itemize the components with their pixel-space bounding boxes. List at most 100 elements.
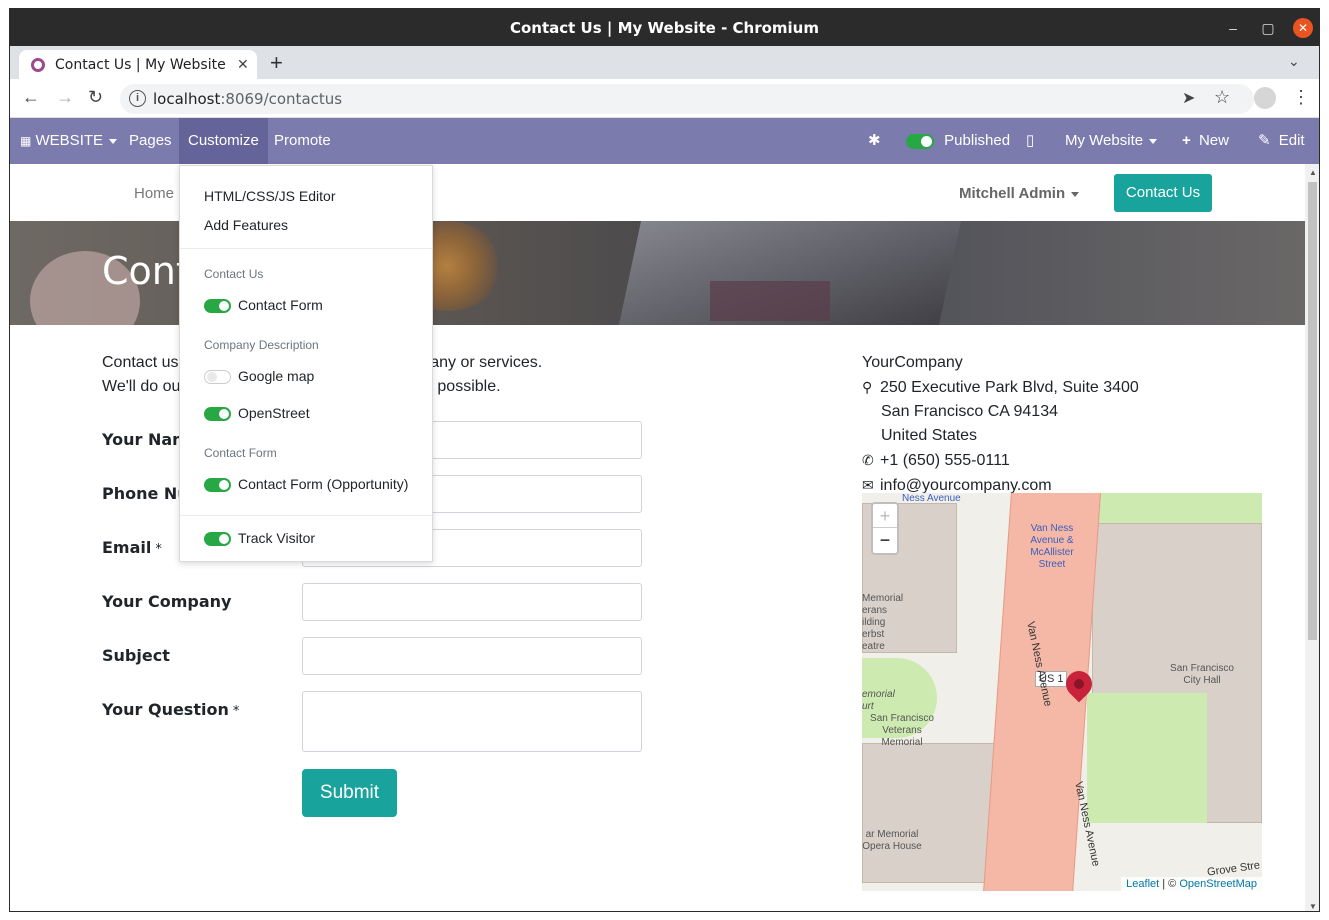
customize-menu[interactable]: Customize bbox=[179, 118, 268, 164]
browser-window: Contact Us | My Website - Chromium – ▢ ✕… bbox=[9, 8, 1320, 912]
contact-form-opportunity-label: Contact Form (Opportunity) bbox=[238, 476, 409, 492]
debug-bug-icon[interactable]: ✱ bbox=[868, 118, 881, 164]
track-visitor-label: Track Visitor bbox=[238, 530, 316, 546]
maximize-icon[interactable]: ▢ bbox=[1258, 18, 1278, 38]
menu-html-editor[interactable]: HTML/CSS/JS Editor bbox=[204, 188, 335, 204]
reload-icon[interactable]: ↻ bbox=[88, 87, 103, 108]
chevron-down-icon bbox=[1149, 138, 1158, 144]
pencil-icon: ✎ bbox=[1258, 132, 1271, 149]
menu-add-features[interactable]: Add Features bbox=[204, 217, 288, 233]
nav-home-link[interactable]: Home bbox=[134, 185, 174, 202]
published-switch[interactable] bbox=[906, 133, 934, 149]
leaflet-link[interactable]: Leaflet bbox=[1126, 878, 1159, 890]
your-question-textarea[interactable] bbox=[302, 691, 642, 752]
google-map-label: Google map bbox=[238, 368, 315, 384]
promote-menu[interactable]: Promote bbox=[274, 118, 331, 164]
tab-search-icon[interactable]: ⌄ bbox=[1288, 53, 1300, 70]
submit-button[interactable]: Submit bbox=[302, 769, 397, 817]
bookmark-star-icon[interactable]: ☆ bbox=[1214, 87, 1230, 108]
phone-icon: ✆ bbox=[862, 452, 874, 468]
google-map-switch[interactable] bbox=[204, 370, 231, 385]
company-country: United States bbox=[881, 427, 978, 444]
browser-menu-icon[interactable]: ⋮ bbox=[1292, 87, 1310, 108]
url-text: localhost:8069/contactus bbox=[153, 90, 342, 108]
url-path: :8069/contactus bbox=[220, 90, 343, 108]
pages-menu[interactable]: Pages bbox=[129, 118, 172, 164]
my-website-label: My Website bbox=[1065, 132, 1144, 149]
chevron-down-icon bbox=[1071, 191, 1080, 197]
required-marker: * bbox=[155, 542, 162, 557]
openstreet-label: OpenStreet bbox=[238, 405, 310, 421]
contact-form-switch[interactable] bbox=[204, 299, 231, 314]
label-your-question: Your Question * bbox=[102, 700, 240, 719]
company-name: YourCompany bbox=[862, 354, 963, 371]
scrollbar-thumb[interactable] bbox=[1308, 182, 1317, 640]
map-label-ness: Ness Avenue bbox=[902, 493, 961, 504]
contact-form-opportunity-switch[interactable] bbox=[204, 478, 231, 493]
openstreet-map[interactable]: Ness Avenue Van Ness Avenue & McAllister… bbox=[862, 493, 1262, 891]
published-label: Published bbox=[944, 132, 1011, 149]
menu-openstreet[interactable]: OpenStreet bbox=[204, 405, 310, 422]
divider bbox=[180, 515, 432, 516]
menu-google-map[interactable]: Google map bbox=[204, 368, 315, 385]
map-label-memorial-left: Memorial erans ilding erbst eatre bbox=[862, 593, 904, 652]
map-label-opera: ar Memorial Opera House bbox=[862, 829, 922, 852]
edit-button[interactable]: ✎ Edit bbox=[1258, 118, 1305, 164]
contact-form-label: Contact Form bbox=[238, 297, 323, 313]
company-email: info@yourcompany.com bbox=[880, 477, 1052, 494]
new-button[interactable]: + New bbox=[1182, 118, 1229, 164]
map-label-grove: Grove Stre bbox=[1206, 859, 1261, 879]
map-marker-icon: ⚲ bbox=[862, 379, 873, 395]
label-subject: Subject bbox=[102, 646, 170, 665]
subject-input[interactable] bbox=[302, 637, 642, 675]
company-info: YourCompany ⚲ 250 Executive Park Blvd, Su… bbox=[862, 351, 1139, 498]
label-your-company: Your Company bbox=[102, 592, 232, 611]
section-company-description: Company Description bbox=[204, 338, 319, 352]
my-website-menu[interactable]: My Website bbox=[1065, 118, 1158, 164]
url-host: localhost bbox=[153, 90, 221, 108]
site-info-icon[interactable]: i bbox=[129, 90, 146, 107]
forward-icon[interactable]: → bbox=[56, 87, 74, 108]
browser-tab[interactable]: Contact Us | My Website ✕ bbox=[19, 50, 257, 79]
scroll-up-icon[interactable]: ▲ bbox=[1309, 168, 1317, 177]
your-company-input[interactable] bbox=[302, 583, 642, 621]
mobile-preview-icon[interactable]: ▯ bbox=[1026, 118, 1034, 164]
map-label-memorial-court: emorial urt bbox=[862, 689, 895, 712]
website-menu-label: WEBSITE bbox=[35, 132, 104, 149]
required-marker: * bbox=[232, 704, 240, 719]
section-contact-us: Contact Us bbox=[204, 267, 264, 281]
close-icon[interactable]: ✕ bbox=[1293, 18, 1313, 38]
user-name: Mitchell Admin bbox=[959, 185, 1066, 202]
published-toggle[interactable]: Published bbox=[906, 118, 1010, 164]
tab-title: Contact Us | My Website bbox=[55, 57, 226, 73]
new-tab-icon[interactable]: + bbox=[270, 50, 283, 76]
section-contact-form: Contact Form bbox=[204, 446, 277, 460]
zoom-in-button[interactable]: + bbox=[873, 504, 897, 528]
openstreet-switch[interactable] bbox=[204, 407, 231, 422]
zoom-out-button[interactable]: − bbox=[873, 528, 897, 552]
url-field[interactable]: i localhost:8069/contactus ➤ ☆ bbox=[120, 84, 1254, 114]
map-label-city-hall: San Francisco City Hall bbox=[1170, 663, 1234, 686]
map-attribution: Leaflet | © OpenStreetMap bbox=[1121, 877, 1262, 891]
menu-contact-form[interactable]: Contact Form bbox=[204, 297, 323, 314]
map-building-opera bbox=[862, 743, 1002, 883]
track-visitor-switch[interactable] bbox=[204, 532, 231, 547]
back-icon[interactable]: ← bbox=[22, 87, 40, 108]
company-street: 250 Executive Park Blvd, Suite 3400 bbox=[880, 379, 1139, 396]
website-menu[interactable]: ▦ WEBSITE bbox=[20, 118, 118, 164]
profile-avatar-icon[interactable] bbox=[1254, 87, 1276, 109]
tab-close-icon[interactable]: ✕ bbox=[237, 56, 249, 73]
user-menu[interactable]: Mitchell Admin bbox=[959, 185, 1080, 202]
minimize-icon[interactable]: – bbox=[1223, 18, 1243, 38]
tab-strip: Contact Us | My Website ✕ + ⌄ bbox=[10, 46, 1319, 79]
map-label-stop: Van Ness Avenue & McAllister Street bbox=[1030, 523, 1074, 570]
banner-image-screen bbox=[710, 281, 830, 321]
page-scrollbar[interactable]: ▲ ▼ bbox=[1305, 164, 1319, 911]
menu-contact-form-opportunity[interactable]: Contact Form (Opportunity) bbox=[204, 476, 409, 493]
menu-track-visitor[interactable]: Track Visitor bbox=[204, 530, 316, 547]
scroll-down-icon[interactable]: ▼ bbox=[1309, 902, 1317, 911]
map-label-sf-veterans: San Francisco Veterans Memorial bbox=[870, 713, 934, 748]
send-icon[interactable]: ➤ bbox=[1182, 88, 1195, 108]
openstreetmap-link[interactable]: OpenStreetMap bbox=[1179, 878, 1257, 890]
contact-us-button[interactable]: Contact Us bbox=[1114, 174, 1212, 212]
